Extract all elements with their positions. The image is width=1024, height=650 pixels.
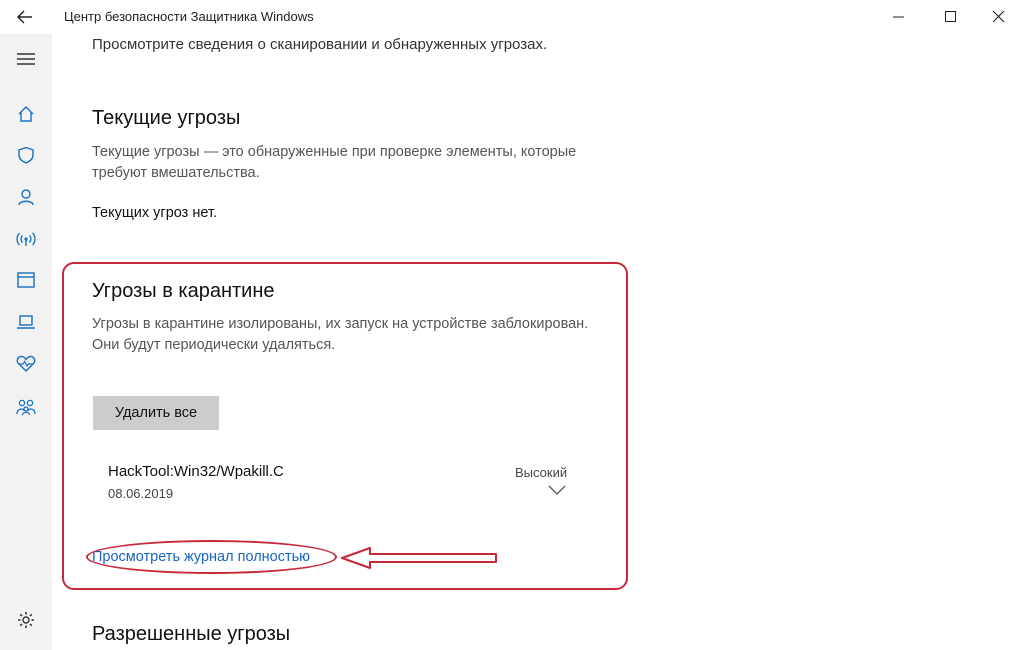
gear-icon: [18, 612, 34, 628]
current-threats-heading: Текущие угрозы: [92, 107, 241, 129]
shield-icon: [18, 146, 34, 164]
annotation-link-ellipse: [86, 540, 337, 574]
person-icon: [18, 189, 34, 206]
minimize-button[interactable]: [876, 0, 922, 34]
sidebar-item-firewall[interactable]: [0, 219, 52, 259]
maximize-icon: [945, 11, 956, 22]
home-icon: [18, 106, 34, 122]
arrow-left-icon: [17, 10, 32, 24]
annotation-arrow: [341, 547, 497, 569]
heart-pulse-icon: [16, 355, 36, 372]
intro-text: Просмотрите сведения о сканировании и об…: [92, 36, 548, 53]
sidebar-item-virus-protection[interactable]: [0, 135, 52, 175]
back-button[interactable]: [10, 6, 40, 28]
close-button[interactable]: [976, 0, 1022, 34]
family-icon: [16, 399, 36, 416]
menu-button[interactable]: [0, 39, 52, 79]
maximize-button[interactable]: [928, 0, 974, 34]
sidebar: [0, 34, 52, 650]
wifi-antenna-icon: [16, 232, 36, 246]
allowed-threats-heading: Разрешенные угрозы: [92, 623, 291, 645]
hamburger-menu-icon: [17, 53, 35, 65]
sidebar-item-settings[interactable]: [0, 600, 52, 640]
window-title: Центр безопасности Защитника Windows: [64, 9, 314, 24]
laptop-icon: [17, 315, 35, 329]
sidebar-item-health[interactable]: [0, 344, 52, 384]
title-bar: Центр безопасности Защитника Windows: [0, 0, 1024, 34]
window-icon: [17, 272, 35, 288]
sidebar-item-family[interactable]: [0, 387, 52, 427]
sidebar-item-account[interactable]: [0, 177, 52, 217]
current-threats-status: Текущих угроз нет.: [92, 205, 218, 221]
sidebar-item-home[interactable]: [0, 94, 52, 134]
close-icon: [993, 11, 1005, 23]
minimize-icon: [893, 16, 904, 18]
annotation-highlight-box: [62, 262, 628, 590]
sidebar-item-app-browser[interactable]: [0, 260, 52, 300]
sidebar-item-device[interactable]: [0, 302, 52, 342]
current-threats-description: Текущие угрозы — это обнаруженные при пр…: [92, 144, 577, 181]
